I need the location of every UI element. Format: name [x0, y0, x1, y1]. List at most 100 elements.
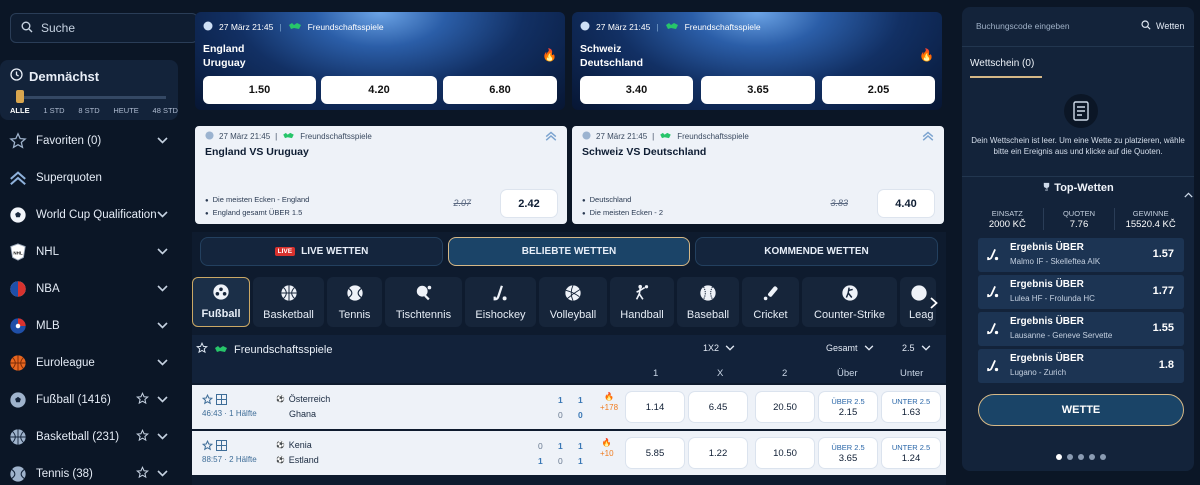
sidebar-item-mlb[interactable]: MLB — [0, 307, 178, 344]
place-bet-button[interactable]: WETTE — [978, 394, 1184, 426]
sidebar-item-euroleague[interactable]: Euroleague — [0, 344, 178, 381]
tab-betslip[interactable]: Wettschein (0) — [970, 58, 1034, 69]
world-map-icon — [214, 344, 228, 356]
carousel-dot[interactable] — [1067, 454, 1073, 460]
win-stat: GEWINNE 15520.4 KČ — [1125, 209, 1176, 230]
boosted-odd-button[interactable]: 4.40 — [878, 190, 934, 217]
favorite-star-icon[interactable] — [196, 342, 208, 357]
chevron-down-icon[interactable] — [157, 283, 168, 295]
stats-icon[interactable] — [216, 440, 227, 454]
sport-tab-handball[interactable]: Handball — [610, 277, 674, 327]
sidebar-item-superquoten[interactable]: Superquoten — [0, 159, 178, 196]
scroll-right-chevron-icon[interactable] — [930, 296, 938, 314]
odd-button-away[interactable]: 6.80 — [443, 76, 557, 104]
sidebar-item-world-cup-qualification[interactable]: World Cup Qualification — [0, 196, 178, 233]
chevron-down-icon[interactable] — [157, 468, 168, 480]
sidebar-item-favorites[interactable]: Favoriten (0) — [0, 122, 178, 159]
volleyball-icon — [563, 283, 583, 303]
stats-icon[interactable] — [216, 394, 227, 408]
chevron-down-icon[interactable] — [157, 431, 168, 443]
carousel-dot[interactable] — [1089, 454, 1095, 460]
line-select[interactable]: 2.5 — [902, 343, 931, 353]
sport-tab-cricket[interactable]: Cricket — [742, 277, 799, 327]
sport-tab-tischtennis[interactable]: Tischtennis — [385, 277, 462, 327]
odd-button-draw[interactable]: 4.20 — [321, 76, 437, 104]
carousel-dot[interactable] — [1056, 454, 1062, 460]
odd-button-away[interactable]: 2.05 — [822, 76, 935, 104]
chevron-down-icon[interactable] — [157, 209, 168, 221]
favorite-star-icon[interactable] — [136, 391, 149, 408]
top-bet-item[interactable]: Ergebnis ÜBER Lulea HF - Frolunda HC 1.7… — [978, 275, 1184, 309]
sport-tab-baseball[interactable]: Baseball — [677, 277, 739, 327]
market-select-1x2[interactable]: 1X2 — [703, 343, 735, 353]
sidebar-item-tennis[interactable]: Tennis (38) — [0, 455, 178, 485]
odd-button-over[interactable]: ÜBER 2.5 2.15 — [819, 392, 877, 422]
top-bet-item[interactable]: Ergebnis ÜBER Malmo IF - Skelleftea AIK … — [978, 238, 1184, 272]
odd-button-1[interactable]: 1.14 — [626, 392, 684, 422]
away-team: Ghana — [289, 409, 317, 419]
range-today[interactable]: HEUTE — [113, 106, 138, 115]
search-icon — [1141, 20, 1151, 32]
range-8h[interactable]: 8 STD — [78, 106, 99, 115]
boosted-odd-button[interactable]: 2.42 — [501, 190, 557, 217]
booking-code-search-button[interactable]: Wetten — [1141, 20, 1184, 32]
odd-button-2[interactable]: 10.50 — [756, 438, 814, 468]
sport-tab-eishockey[interactable]: Eishockey — [465, 277, 536, 327]
odd-button-home[interactable]: 1.50 — [203, 76, 316, 104]
sidebar-item-fussball[interactable]: Fußball (1416) — [0, 381, 178, 418]
chevron-down-icon[interactable] — [157, 246, 168, 258]
sport-tab-fussball[interactable]: Fußball — [192, 277, 250, 327]
chevron-down-icon[interactable] — [157, 135, 168, 147]
tab-live[interactable]: LIVE LIVE WETTEN — [200, 237, 443, 266]
favorite-star-icon[interactable] — [201, 393, 214, 408]
range-1h[interactable]: 1 STD — [43, 106, 64, 115]
chevron-down-icon[interactable] — [157, 357, 168, 369]
odd-button-1[interactable]: 5.85 — [626, 438, 684, 468]
carousel-dot[interactable] — [1078, 454, 1084, 460]
sidebar-item-nba[interactable]: NBA — [0, 270, 178, 307]
odd-button-2[interactable]: 20.50 — [756, 392, 814, 422]
range-48h[interactable]: 48 STD — [153, 106, 178, 115]
sport-tab-basketball[interactable]: Basketball — [253, 277, 324, 327]
booking-code-input[interactable]: Buchungscode eingeben — [976, 21, 1070, 31]
time-range-slider-track[interactable] — [16, 96, 166, 99]
top-bet-item[interactable]: Ergebnis ÜBER Lausanne - Geneve Servette… — [978, 312, 1184, 346]
tab-popular[interactable]: BELIEBTE WETTEN — [448, 237, 690, 266]
odd-button-under[interactable]: UNTER 2.5 1.24 — [882, 438, 940, 468]
odd-button-draw[interactable]: 3.65 — [701, 76, 815, 104]
sport-tab-volleyball[interactable]: Volleyball — [539, 277, 607, 327]
odd-button-x[interactable]: 6.45 — [689, 392, 747, 422]
favorite-star-icon[interactable] — [136, 428, 149, 445]
time-range-slider-handle[interactable] — [16, 90, 24, 103]
odd-button-under[interactable]: UNTER 2.5 1.63 — [882, 392, 940, 422]
sport-tab-counter-strike[interactable]: Counter-Strike — [802, 277, 897, 327]
table-row[interactable]: 46:43 · 1 Hälfte ⚽ Österreich Ghana 1 1 0… — [192, 385, 946, 429]
column-header-over: Über — [837, 368, 858, 379]
favorite-star-icon[interactable] — [136, 465, 149, 482]
odd-button-home[interactable]: 3.40 — [580, 76, 693, 104]
table-row[interactable]: 88:57 · 2 Hälfte ⚽ Kenia ⚽ Estland 0 1 1 1… — [192, 431, 946, 475]
carousel-pagination[interactable] — [1056, 454, 1106, 460]
star-icon — [8, 131, 28, 151]
carousel-dot[interactable] — [1100, 454, 1106, 460]
chevron-down-icon[interactable] — [157, 320, 168, 332]
range-all[interactable]: ALLE — [10, 106, 30, 115]
sidebar-item-basketball[interactable]: Basketball (231) — [0, 418, 178, 455]
away-team: Uruguay — [203, 57, 246, 69]
odd-button-over[interactable]: ÜBER 2.5 3.65 — [819, 438, 877, 468]
odd-button-x[interactable]: 1.22 — [689, 438, 747, 468]
chevron-down-icon — [725, 343, 735, 353]
tab-upcoming[interactable]: KOMMENDE WETTEN — [695, 237, 938, 266]
favorite-star-icon[interactable] — [201, 439, 214, 454]
sport-tab-tennis[interactable]: Tennis — [327, 277, 382, 327]
market-select-total[interactable]: Gesamt — [826, 343, 874, 353]
soccer-ball-icon: ⚽ — [276, 457, 285, 464]
search-placeholder: Suche — [41, 21, 76, 35]
chevron-up-icon[interactable] — [1184, 185, 1193, 203]
world-map-icon — [659, 132, 672, 141]
top-bet-item[interactable]: Ergebnis ÜBER Lugano - Zurich 1.8 — [978, 349, 1184, 383]
sidebar-item-nhl[interactable]: NHL NHL — [0, 233, 178, 270]
search-input[interactable]: Suche — [10, 13, 198, 43]
chevron-down-icon — [864, 343, 874, 353]
chevron-down-icon[interactable] — [157, 394, 168, 406]
